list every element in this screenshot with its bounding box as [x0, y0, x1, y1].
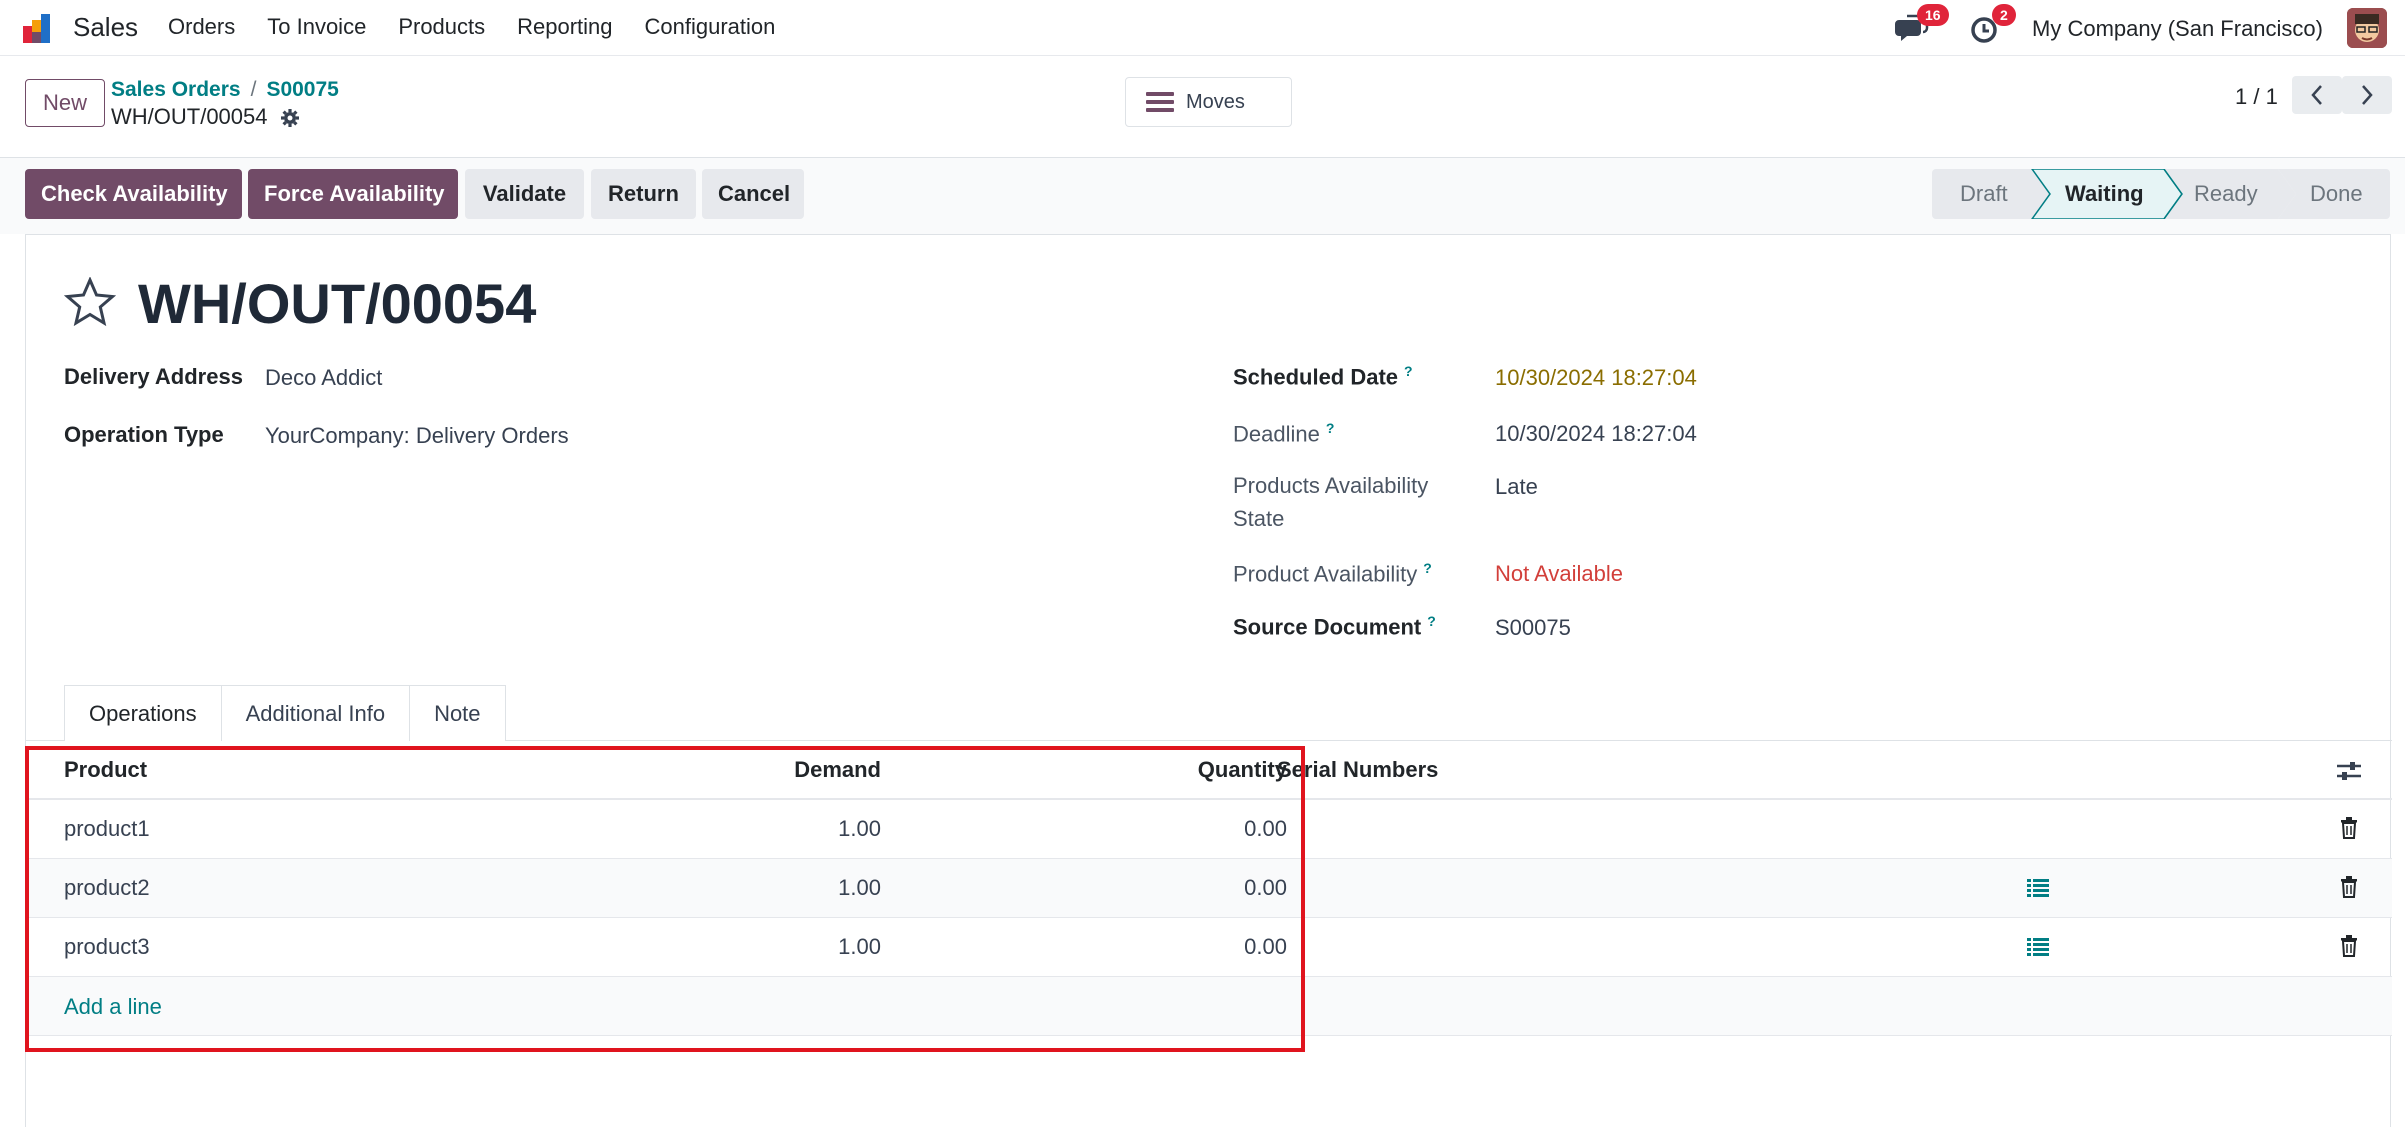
deadline-label: Deadline?: [1233, 420, 1334, 447]
form-action-bar: Check Availability Force Availability Va…: [0, 158, 2405, 234]
form-sheet: WH/OUT/00054 Delivery Address Deco Addic…: [25, 234, 2392, 1127]
user-avatar[interactable]: [2347, 8, 2387, 48]
product-availability-label-text: Product Availability: [1233, 561, 1418, 587]
column-serial-numbers[interactable]: Serial Numbers: [1277, 757, 1438, 783]
menu-orders[interactable]: Orders: [168, 14, 235, 40]
menu-reporting[interactable]: Reporting: [517, 14, 612, 40]
moves-label: Moves: [1186, 90, 1245, 113]
help-tooltip-icon[interactable]: ?: [1404, 363, 1413, 379]
pager-next-button[interactable]: [2342, 76, 2392, 114]
availability-state-label-line1: Products Availability: [1233, 473, 1429, 498]
product-availability-field: Not Available: [1495, 561, 1624, 586]
operation-type-field[interactable]: YourCompany: Delivery Orders: [265, 423, 569, 449]
return-button[interactable]: Return: [591, 169, 696, 219]
column-demand[interactable]: Demand: [771, 757, 881, 783]
record-title[interactable]: WH/OUT/00054: [138, 271, 536, 336]
row-product[interactable]: product1: [64, 816, 150, 842]
new-button[interactable]: New: [25, 79, 105, 127]
pager-previous-button[interactable]: [2292, 76, 2342, 114]
help-tooltip-icon[interactable]: ?: [1427, 613, 1436, 629]
hamburger-icon: [1146, 92, 1174, 112]
control-panel: New Sales Orders / S00075 WH/OUT/00054 Mov…: [0, 56, 2405, 158]
availability-state-label-line2: State: [1233, 506, 1285, 531]
list-icon[interactable]: [2027, 878, 2049, 898]
force-availability-button[interactable]: Force Availability: [248, 169, 458, 219]
company-switcher[interactable]: My Company (San Francisco): [2032, 16, 2323, 42]
trash-icon[interactable]: [2340, 935, 2358, 957]
systray: 16 2 My Company (San Francisco): [1805, 4, 2405, 48]
top-navbar: Sales Orders To Invoice Products Reporti…: [0, 0, 2405, 56]
row-demand[interactable]: 1.00: [781, 875, 881, 901]
notebook-tabs: Operations Additional Info Note: [64, 685, 506, 741]
activities-badge: 2: [1992, 4, 2016, 26]
row-product[interactable]: product2: [64, 875, 150, 901]
delivery-address-label: Delivery Address: [64, 364, 243, 389]
breadcrumb-separator: /: [250, 78, 257, 101]
record-name: WH/OUT/00054: [111, 104, 268, 129]
column-quantity[interactable]: Quantity: [1162, 757, 1287, 783]
star-icon[interactable]: [64, 277, 116, 327]
row-quantity[interactable]: 0.00: [1187, 816, 1287, 842]
row-demand[interactable]: 1.00: [781, 934, 881, 960]
breadcrumb-current: WH/OUT/00054: [111, 104, 300, 130]
help-tooltip-icon[interactable]: ?: [1423, 560, 1432, 576]
deadline-field: 10/30/2024 18:27:04: [1495, 421, 1697, 446]
trash-icon[interactable]: [2340, 876, 2358, 898]
breadcrumb: Sales Orders / S00075: [111, 78, 339, 102]
tab-operations[interactable]: Operations: [64, 685, 222, 741]
menu-to-invoice[interactable]: To Invoice: [267, 14, 366, 40]
scheduled-date-label: Scheduled Date?: [1233, 363, 1413, 390]
breadcrumb-order[interactable]: S00075: [266, 78, 338, 101]
main-menu: Orders To Invoice Products Reporting Con…: [168, 14, 807, 40]
messages-badge: 16: [1917, 4, 1949, 26]
table-header: Product Demand Quantity Serial Numbers: [26, 741, 2392, 800]
user-avatar-icon: [2347, 8, 2387, 48]
stage-done[interactable]: Done: [2310, 181, 2363, 207]
availability-state-field: Late: [1495, 474, 1538, 499]
app-name[interactable]: Sales: [73, 12, 138, 43]
settings-sliders-icon[interactable]: [2336, 759, 2362, 783]
pager-value[interactable]: 1 / 1: [2235, 84, 2278, 110]
add-a-line-link[interactable]: Add a line: [64, 994, 162, 1020]
product-availability-label: Product Availability?: [1233, 560, 1432, 587]
cancel-button[interactable]: Cancel: [702, 169, 804, 219]
validate-button[interactable]: Validate: [465, 169, 584, 219]
table-row[interactable]: product3 1.00 0.00: [26, 918, 2392, 977]
row-quantity[interactable]: 0.00: [1187, 934, 1287, 960]
menu-products[interactable]: Products: [398, 14, 485, 40]
operation-type-label: Operation Type: [64, 422, 224, 447]
stage-waiting[interactable]: Waiting: [2065, 181, 2144, 207]
deadline-label-text: Deadline: [1233, 421, 1320, 447]
source-document-label-text: Source Document: [1233, 614, 1422, 640]
row-demand[interactable]: 1.00: [781, 816, 881, 842]
moves-smart-button[interactable]: Moves: [1125, 77, 1292, 127]
status-bar: Draft Waiting Ready Done: [1932, 169, 2390, 219]
list-icon[interactable]: [2027, 937, 2049, 957]
table-row[interactable]: product1 1.00 0.00: [26, 800, 2392, 859]
scheduled-date-label-text: Scheduled Date: [1233, 364, 1399, 390]
row-quantity[interactable]: 0.00: [1187, 875, 1287, 901]
sales-app-logo-icon[interactable]: [22, 12, 58, 44]
delivery-address-field[interactable]: Deco Addict: [265, 365, 382, 391]
source-document-field[interactable]: S00075: [1495, 615, 1571, 641]
chevron-right-icon: [2362, 85, 2373, 105]
stage-draft[interactable]: Draft: [1960, 181, 2008, 207]
table-row[interactable]: product2 1.00 0.00: [26, 859, 2392, 918]
add-line-row: Add a line: [26, 977, 2392, 1036]
menu-configuration[interactable]: Configuration: [645, 14, 776, 40]
scheduled-date-field[interactable]: 10/30/2024 18:27:04: [1495, 365, 1697, 391]
help-tooltip-icon[interactable]: ?: [1326, 420, 1335, 436]
chevron-left-icon: [2311, 85, 2322, 105]
tab-note[interactable]: Note: [410, 685, 506, 741]
check-availability-button[interactable]: Check Availability: [25, 169, 242, 219]
row-product[interactable]: product3: [64, 934, 150, 960]
trash-icon[interactable]: [2340, 817, 2358, 839]
breadcrumb-sales-orders[interactable]: Sales Orders: [111, 78, 241, 101]
source-document-label: Source Document?: [1233, 613, 1436, 640]
gear-icon[interactable]: [280, 108, 300, 128]
column-product[interactable]: Product: [64, 757, 147, 783]
tab-additional-info[interactable]: Additional Info: [221, 685, 411, 741]
stage-ready[interactable]: Ready: [2194, 181, 2258, 207]
operations-table: Product Demand Quantity Serial Numbers p…: [26, 741, 2392, 1036]
